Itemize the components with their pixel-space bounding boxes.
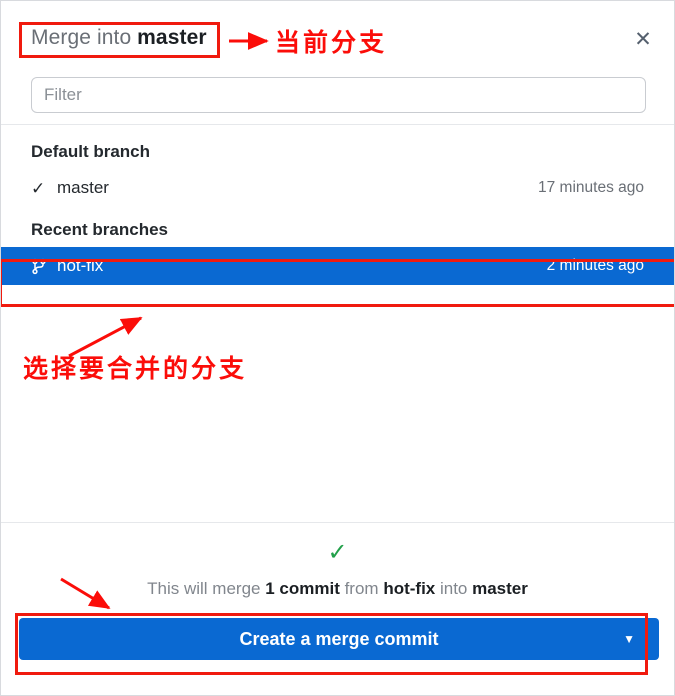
search-input[interactable]	[31, 77, 646, 113]
page-title: Merge into master	[31, 26, 207, 50]
dialog-footer: ✓ This will merge 1 commit from hot-fix …	[1, 523, 674, 695]
merge-status-commit-count: 1 commit	[265, 579, 340, 598]
merge-status-part5: into	[435, 579, 473, 598]
branch-timestamp: 2 minutes ago	[546, 257, 644, 274]
page-title-prefix: Merge into	[31, 26, 138, 49]
branch-name-label: master	[57, 178, 109, 197]
list-item-master[interactable]: ✓ master 17 minutes ago	[1, 169, 674, 207]
dialog-header: Merge into master ✕	[1, 1, 674, 67]
list-item-hot-fix[interactable]: hot-fix 2 minutes ago	[1, 247, 674, 285]
close-icon[interactable]: ✕	[626, 23, 660, 55]
merge-branch-dialog: Merge into master ✕ Default branch ✓ mas…	[0, 0, 675, 696]
group-header-recent-branches: Recent branches	[31, 220, 168, 239]
check-icon: ✓	[31, 178, 46, 198]
merge-status-source-branch: hot-fix	[383, 579, 436, 598]
chevron-down-icon[interactable]: ▼	[623, 633, 635, 645]
branch-timestamp: 17 minutes ago	[538, 179, 644, 196]
branch-name-label: hot-fix	[57, 256, 104, 275]
filter-field-wrapper	[31, 77, 646, 113]
merge-status-text: This will merge 1 commit from hot-fix in…	[1, 579, 674, 599]
create-merge-commit-button[interactable]: Create a merge commit ▼	[19, 618, 659, 660]
create-merge-commit-label: Create a merge commit	[239, 628, 439, 649]
merge-ok-check-icon: ✓	[327, 539, 348, 566]
merge-status-part1: This will merge	[147, 579, 266, 598]
group-header-default-branch: Default branch	[31, 142, 151, 161]
page-title-branch: master	[137, 26, 207, 49]
merge-status-part3: from	[339, 579, 384, 598]
git-branch-icon	[31, 258, 57, 275]
merge-status-target-branch: master	[472, 579, 528, 598]
branch-list: Default branch ✓ master 17 minutes ago R…	[1, 125, 674, 522]
